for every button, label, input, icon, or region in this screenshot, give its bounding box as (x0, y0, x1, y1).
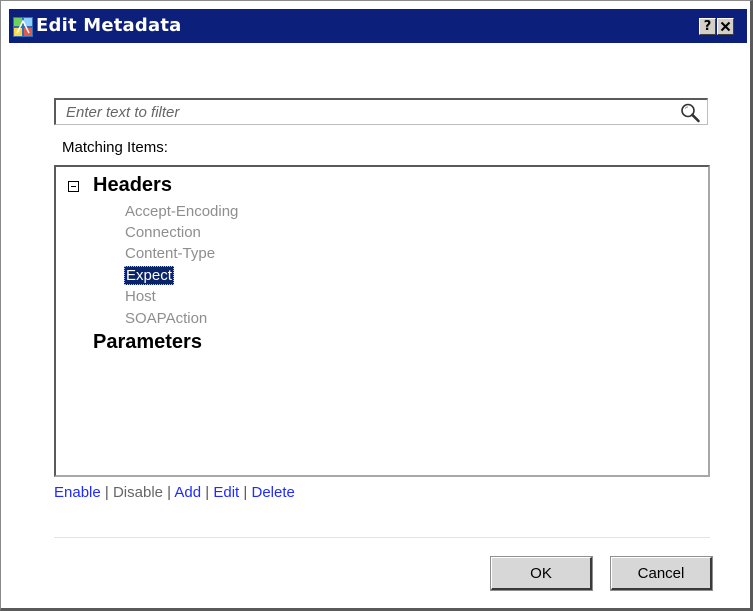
tree-item-expect[interactable]: Expect (124, 266, 174, 285)
search-icon[interactable] (679, 102, 701, 123)
filter-input[interactable] (66, 102, 666, 122)
separator: | (104, 484, 113, 501)
cancel-button[interactable]: Cancel (610, 556, 713, 591)
window-title: Edit Metadata (36, 15, 182, 36)
add-link[interactable]: Add (174, 484, 201, 501)
footer-divider (54, 537, 710, 538)
tree-item-content-type[interactable]: Content-Type (124, 245, 216, 262)
disable-link: Disable (112, 484, 163, 501)
tree-group-parameters[interactable]: Parameters (93, 331, 202, 354)
edit-metadata-dialog: Edit Metadata ? Matching Items: Headers … (0, 0, 753, 611)
tree-item-host[interactable]: Host (124, 288, 157, 305)
metadata-tree[interactable]: Headers Accept-Encoding Connection Conte… (54, 165, 710, 477)
tree-item-accept-encoding[interactable]: Accept-Encoding (124, 203, 239, 220)
ok-button[interactable]: OK (490, 556, 593, 591)
tree-item-soapaction[interactable]: SOAPAction (124, 310, 208, 327)
tree-group-headers[interactable]: Headers (93, 174, 172, 197)
close-icon (720, 21, 731, 32)
app-metadata-icon (13, 17, 33, 37)
filter-box (54, 98, 708, 125)
close-button[interactable] (717, 18, 734, 35)
enable-link[interactable]: Enable (54, 484, 101, 501)
edit-link[interactable]: Edit (213, 484, 239, 501)
item-actions-bar: Enable | Disable | Add | Edit | Delete (54, 484, 295, 501)
headers-collapse-toggle-icon[interactable] (68, 181, 79, 192)
tree-item-connection[interactable]: Connection (124, 224, 202, 241)
delete-link[interactable]: Delete (251, 484, 294, 501)
help-button[interactable]: ? (699, 18, 716, 35)
title-bar[interactable]: Edit Metadata ? (9, 9, 747, 43)
matching-items-label: Matching Items: (62, 139, 168, 156)
